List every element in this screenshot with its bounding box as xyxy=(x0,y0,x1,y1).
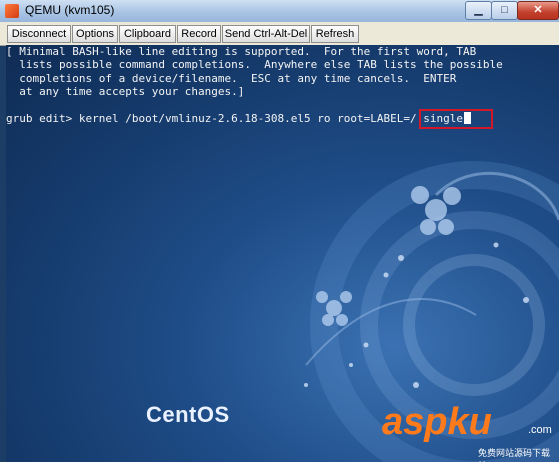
help-line: at any time accepts your changes.] xyxy=(6,85,245,99)
refresh-button[interactable]: Refresh xyxy=(311,25,359,43)
grub-help-text: [ Minimal BASH-like line editing is supp… xyxy=(6,45,546,99)
qemu-window: QEMU (kvm105) ▁ □ ✕ Disconnect Options C… xyxy=(0,0,559,462)
close-icon[interactable]: ✕ xyxy=(517,1,559,20)
centos-logo: CentOS xyxy=(146,402,230,427)
qemu-app-icon xyxy=(5,4,19,18)
vm-screen[interactable]: [ Minimal BASH-like line editing is supp… xyxy=(6,45,559,462)
watermark-subtitle: 免费网站源码下载站! xyxy=(478,448,551,462)
clipboard-button[interactable]: Clipboard xyxy=(119,25,176,43)
disconnect-button[interactable]: Disconnect xyxy=(7,25,71,43)
swirl-decoration-icon xyxy=(304,161,559,462)
maximize-icon[interactable]: □ xyxy=(491,1,518,20)
kernel-command-input[interactable]: kernel /boot/vmlinuz-2.6.18-308.el5 ro r… xyxy=(79,112,463,125)
single-mode-highlight xyxy=(419,109,493,129)
window-title: QEMU (kvm105) xyxy=(25,3,115,17)
help-line: completions of a device/filename. ESC at… xyxy=(6,71,457,85)
help-line: [ Minimal BASH-like line editing is supp… xyxy=(6,45,477,58)
send-ctrl-alt-del-button[interactable]: Send Ctrl-Alt-Del xyxy=(222,25,310,43)
watermark-logo: aspku xyxy=(382,401,492,443)
toolbar: Disconnect Options Clipboard Record Send… xyxy=(0,22,559,46)
grub-command-line[interactable]: grub edit> kernel /boot/vmlinuz-2.6.18-3… xyxy=(6,112,471,125)
title-bar[interactable]: QEMU (kvm105) ▁ □ ✕ xyxy=(0,0,559,22)
grub-prompt: grub edit> xyxy=(6,112,79,125)
record-button[interactable]: Record xyxy=(177,25,221,43)
help-line: lists possible command completions. Anyw… xyxy=(6,58,503,72)
minimize-icon[interactable]: ▁ xyxy=(465,1,492,20)
options-button[interactable]: Options xyxy=(72,25,118,43)
watermark-suffix: .com xyxy=(528,424,552,436)
